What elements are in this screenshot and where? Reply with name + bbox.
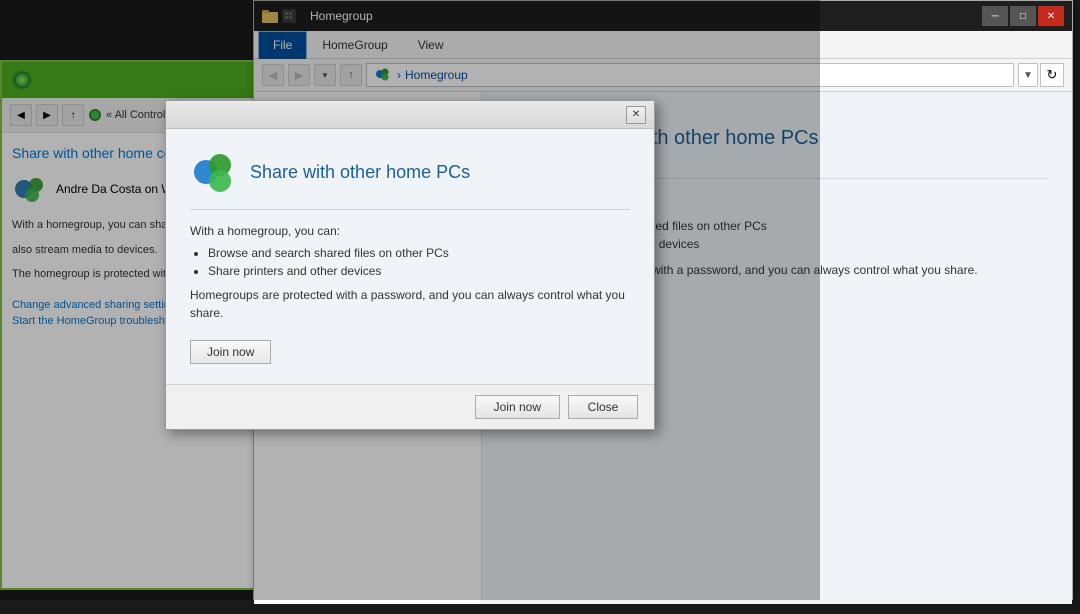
dialog-bullet-2: Share printers and other devices [208,264,630,278]
maximize-btn[interactable]: □ [1010,6,1036,26]
dialog-close-footer-btn[interactable]: Close [568,395,638,419]
dialog-join-footer-btn[interactable]: Join now [475,395,560,419]
homegroup-dialog: ✕ Share with other home PCs With a homeg… [165,100,655,430]
dialog-bullet-1: Browse and search shared files on other … [208,246,630,260]
dialog-note: Homegroups are protected with a password… [190,286,630,322]
dialog-share-header: Share with other home PCs [190,149,630,210]
refresh-btn[interactable]: ↻ [1040,63,1064,87]
dialog-list: Browse and search shared files on other … [208,246,630,278]
dialog-close-x-btn[interactable]: ✕ [626,106,646,124]
window-controls: ─ □ ✕ [982,6,1064,26]
dialog-share-title: Share with other home PCs [250,162,470,183]
dialog-overlay: ✕ Share with other home PCs With a homeg… [0,0,820,600]
addr-right-controls: ▼ ↻ [1018,63,1064,87]
close-btn[interactable]: ✕ [1038,6,1064,26]
dialog-homegroup-icon [190,149,236,195]
dialog-join-now-button[interactable]: Join now [190,340,271,364]
dialog-footer: Join now Close [166,384,654,429]
dialog-content: Share with other home PCs With a homegro… [166,129,654,384]
dialog-subtitle: With a homegroup, you can: [190,224,630,238]
dropdown-btn[interactable]: ▼ [1018,63,1038,87]
minimize-btn[interactable]: ─ [982,6,1008,26]
dialog-title-bar: ✕ [166,101,654,129]
